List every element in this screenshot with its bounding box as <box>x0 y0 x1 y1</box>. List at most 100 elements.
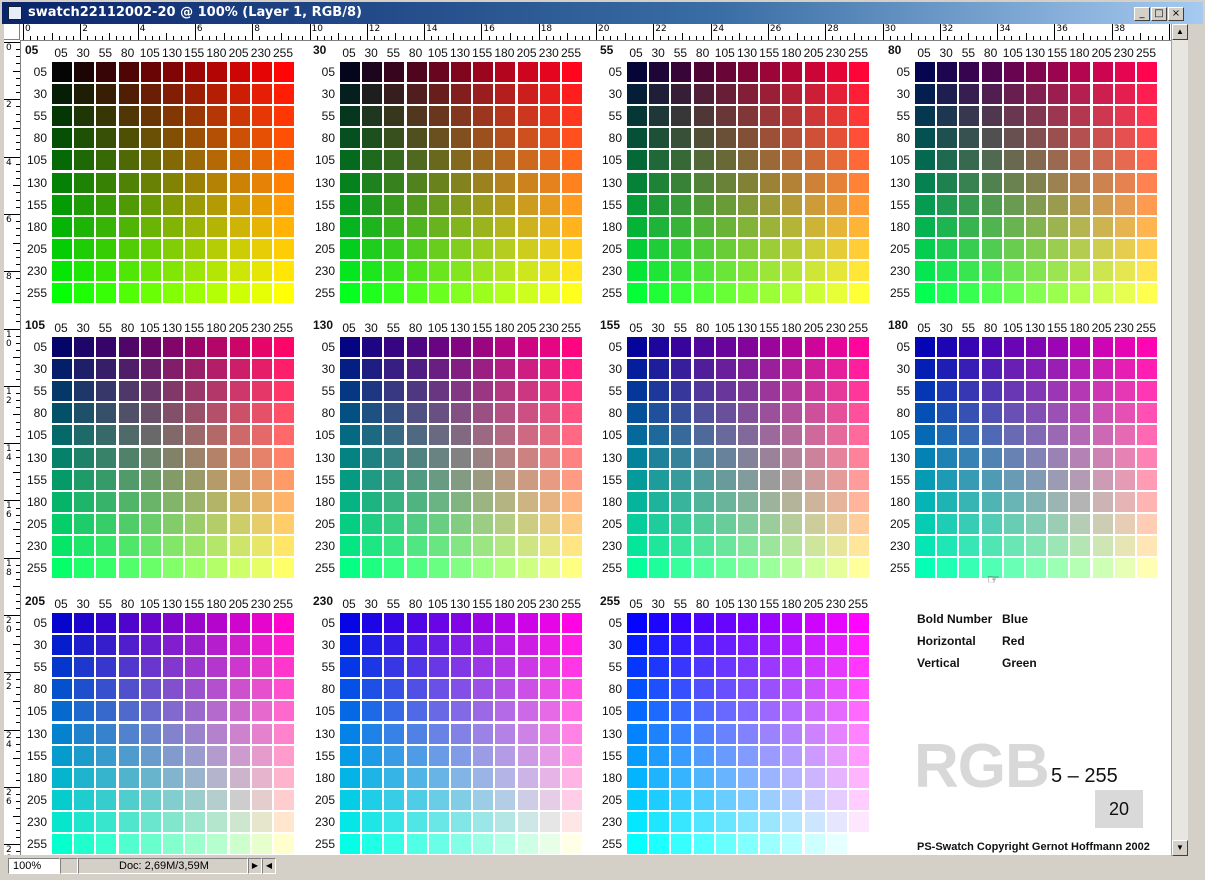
color-swatch[interactable] <box>782 558 803 578</box>
color-swatch[interactable] <box>1092 128 1113 149</box>
color-swatch[interactable] <box>649 216 670 237</box>
color-swatch[interactable] <box>52 128 72 149</box>
color-swatch[interactable] <box>1114 425 1135 446</box>
color-swatch[interactable] <box>406 172 427 193</box>
color-swatch[interactable] <box>428 172 449 193</box>
color-swatch[interactable] <box>451 701 471 722</box>
color-swatch[interactable] <box>163 238 183 259</box>
color-swatch[interactable] <box>782 657 803 678</box>
color-swatch[interactable] <box>185 381 206 402</box>
color-swatch[interactable] <box>428 767 449 788</box>
color-swatch[interactable] <box>451 789 471 810</box>
color-swatch[interactable] <box>627 106 647 127</box>
color-swatch[interactable] <box>826 216 847 237</box>
color-swatch[interactable] <box>451 172 471 193</box>
color-swatch[interactable] <box>959 216 980 237</box>
color-swatch[interactable] <box>229 260 250 281</box>
color-swatch[interactable] <box>649 789 670 810</box>
color-swatch[interactable] <box>1048 381 1069 402</box>
color-swatch[interactable] <box>981 425 1002 446</box>
color-swatch[interactable] <box>74 128 95 149</box>
color-swatch[interactable] <box>693 679 714 700</box>
color-swatch[interactable] <box>274 283 294 303</box>
color-swatch[interactable] <box>428 834 449 854</box>
color-swatch[interactable] <box>140 811 161 832</box>
color-swatch[interactable] <box>74 447 95 468</box>
color-swatch[interactable] <box>74 679 95 700</box>
color-swatch[interactable] <box>671 447 692 468</box>
color-swatch[interactable] <box>937 62 958 82</box>
color-swatch[interactable] <box>981 403 1002 424</box>
color-swatch[interactable] <box>1137 513 1157 534</box>
color-swatch[interactable] <box>140 745 161 766</box>
color-swatch[interactable] <box>517 613 538 633</box>
color-swatch[interactable] <box>1003 491 1024 512</box>
color-swatch[interactable] <box>539 337 560 357</box>
color-swatch[interactable] <box>627 172 647 193</box>
color-swatch[interactable] <box>562 260 582 281</box>
color-swatch[interactable] <box>738 657 758 678</box>
color-swatch[interactable] <box>118 337 139 357</box>
color-swatch[interactable] <box>229 513 250 534</box>
color-swatch[interactable] <box>52 238 72 259</box>
color-swatch[interactable] <box>406 62 427 82</box>
color-swatch[interactable] <box>1048 337 1069 357</box>
color-swatch[interactable] <box>384 359 405 380</box>
color-swatch[interactable] <box>562 238 582 259</box>
color-swatch[interactable] <box>118 447 139 468</box>
color-swatch[interactable] <box>473 425 494 446</box>
color-swatch[interactable] <box>52 745 72 766</box>
color-swatch[interactable] <box>495 238 516 259</box>
color-swatch[interactable] <box>627 558 647 578</box>
color-swatch[interactable] <box>937 260 958 281</box>
color-swatch[interactable] <box>849 491 869 512</box>
color-swatch[interactable] <box>671 513 692 534</box>
color-swatch[interactable] <box>738 128 758 149</box>
color-swatch[interactable] <box>362 425 383 446</box>
color-swatch[interactable] <box>627 535 647 556</box>
color-swatch[interactable] <box>118 701 139 722</box>
color-swatch[interactable] <box>937 447 958 468</box>
color-swatch[interactable] <box>1026 216 1046 237</box>
color-swatch[interactable] <box>693 834 714 854</box>
color-swatch[interactable] <box>185 260 206 281</box>
color-swatch[interactable] <box>495 701 516 722</box>
color-swatch[interactable] <box>1137 469 1157 490</box>
color-swatch[interactable] <box>959 128 980 149</box>
color-swatch[interactable] <box>1070 513 1091 534</box>
color-swatch[interactable] <box>96 834 117 854</box>
color-swatch[interactable] <box>1092 260 1113 281</box>
color-swatch[interactable] <box>140 701 161 722</box>
color-swatch[interactable] <box>649 745 670 766</box>
color-swatch[interactable] <box>782 216 803 237</box>
color-swatch[interactable] <box>185 216 206 237</box>
color-swatch[interactable] <box>562 657 582 678</box>
color-swatch[interactable] <box>384 216 405 237</box>
color-swatch[interactable] <box>451 194 471 215</box>
color-swatch[interactable] <box>1092 216 1113 237</box>
color-swatch[interactable] <box>715 535 736 556</box>
color-swatch[interactable] <box>384 535 405 556</box>
color-swatch[interactable] <box>185 513 206 534</box>
color-swatch[interactable] <box>826 194 847 215</box>
color-swatch[interactable] <box>495 535 516 556</box>
color-swatch[interactable] <box>406 811 427 832</box>
color-swatch[interactable] <box>826 128 847 149</box>
color-swatch[interactable] <box>1003 194 1024 215</box>
color-swatch[interactable] <box>340 767 360 788</box>
color-swatch[interactable] <box>1003 337 1024 357</box>
color-swatch[interactable] <box>1114 150 1135 171</box>
color-swatch[interactable] <box>96 194 117 215</box>
color-swatch[interactable] <box>760 701 781 722</box>
color-swatch[interactable] <box>715 701 736 722</box>
color-swatch[interactable] <box>207 491 228 512</box>
color-swatch[interactable] <box>649 834 670 854</box>
color-swatch[interactable] <box>96 635 117 656</box>
color-swatch[interactable] <box>163 62 183 82</box>
color-swatch[interactable] <box>495 172 516 193</box>
color-swatch[interactable] <box>1026 194 1046 215</box>
color-swatch[interactable] <box>140 635 161 656</box>
color-swatch[interactable] <box>384 679 405 700</box>
color-swatch[interactable] <box>362 216 383 237</box>
color-swatch[interactable] <box>627 447 647 468</box>
